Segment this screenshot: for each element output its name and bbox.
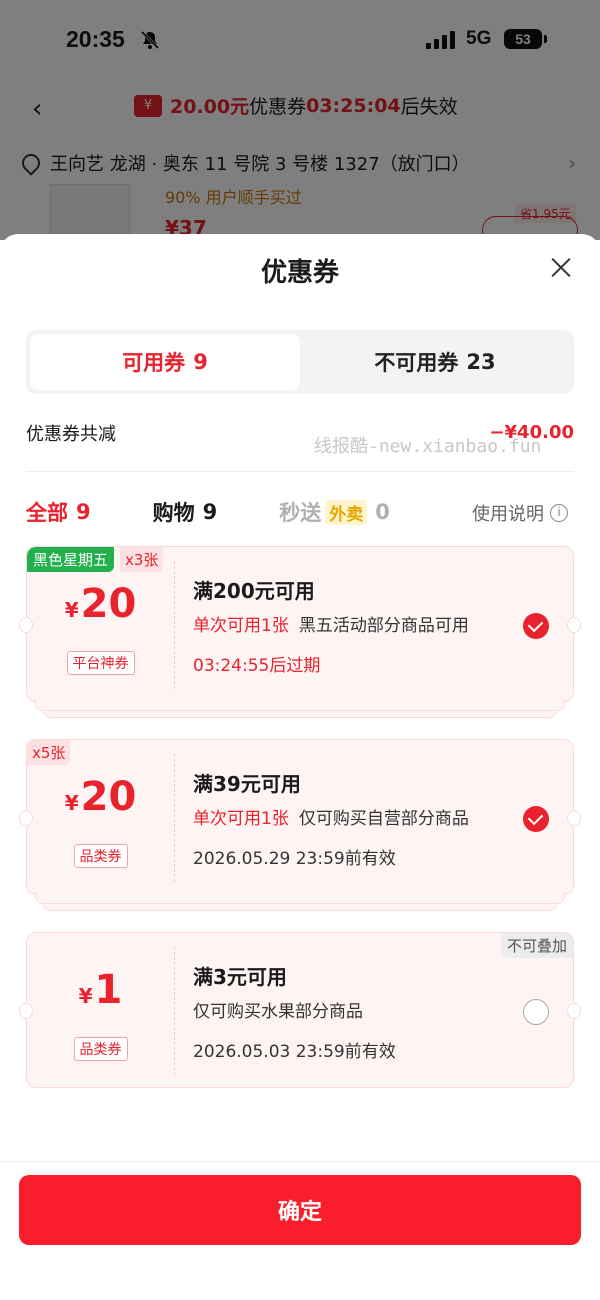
filter-all[interactable]: 全部 9 bbox=[26, 497, 91, 527]
usage-limit: 单次可用1张 bbox=[193, 809, 289, 829]
filter-instant[interactable]: 秒送 外卖 0 bbox=[279, 497, 390, 527]
filter-bar: 全部 9 购物 9 秒送 外卖 0 使用说明 i bbox=[26, 492, 574, 532]
coupon-desc: 仅可购买水果部分商品 bbox=[193, 1002, 363, 1022]
info-icon: i bbox=[550, 504, 568, 522]
filter-all-count: 9 bbox=[76, 500, 91, 524]
coupon-card[interactable]: x5张 ¥20 品类券 满39元可用 单次可用1张 仅可购买自营部分商品 2026… bbox=[19, 739, 581, 911]
sheet-title: 优惠券 bbox=[260, 258, 339, 288]
dashed-divider bbox=[174, 754, 175, 882]
coupon-condition: 满3元可用 bbox=[193, 965, 287, 989]
coupon-desc: 仅可购买自营部分商品 bbox=[298, 809, 469, 829]
currency-symbol: ¥ bbox=[64, 791, 79, 815]
coupon-card[interactable]: 黑色星期五 x3张 ¥20 平台神券 满200元可用 单次可用1张 黑五活动部分商… bbox=[19, 546, 581, 718]
coupon-desc: 黑五活动部分商品可用 bbox=[298, 616, 469, 636]
coupon-tabs: 可用券 9 不可用券 23 bbox=[26, 330, 574, 394]
coupon-value: 1 bbox=[94, 967, 123, 1013]
unselected-radio-icon[interactable] bbox=[523, 999, 549, 1025]
filter-instant-count: 0 bbox=[375, 500, 390, 524]
coupon-card[interactable]: 不可叠加 ¥1 品类券 满3元可用 仅可购买水果部分商品 2026.05.03 … bbox=[19, 932, 581, 1088]
filter-shopping[interactable]: 购物 9 bbox=[153, 497, 218, 527]
coupon-amount: ¥20 bbox=[27, 581, 174, 627]
coupon-type-label: 平台神券 bbox=[66, 651, 135, 675]
confirm-button[interactable]: 确定 bbox=[19, 1175, 581, 1245]
coupon-type: 品类券 bbox=[27, 844, 174, 868]
filter-shopping-count: 9 bbox=[202, 500, 218, 524]
filter-all-label: 全部 bbox=[26, 501, 68, 525]
selected-check-icon[interactable] bbox=[523, 613, 549, 639]
background-page: 20:35 5G 53 ‹ ¥ 20.00元 优惠券 03:25:04 后失效 … bbox=[0, 0, 600, 244]
selected-check-icon[interactable] bbox=[523, 806, 549, 832]
close-icon[interactable] bbox=[550, 256, 572, 278]
card-notch bbox=[567, 617, 581, 633]
overlay-dim[interactable] bbox=[0, 0, 600, 240]
coupon-expiry: 2026.05.03 23:59前有效 bbox=[193, 1042, 396, 1062]
coupon-amount: ¥1 bbox=[27, 967, 174, 1013]
tab-unavailable-count: 23 bbox=[466, 350, 496, 374]
dashed-divider bbox=[174, 947, 175, 1075]
usage-help-label: 使用说明 bbox=[472, 504, 544, 525]
coupon-condition: 满39元可用 bbox=[193, 772, 301, 796]
tab-unavailable-label: 不可用券 bbox=[374, 351, 459, 375]
coupon-sheet: 优惠券 可用券 9 不可用券 23 优惠券共减 线报酷-new.xianbao.… bbox=[0, 234, 600, 1300]
card-notch bbox=[567, 1003, 581, 1019]
usage-limit: 单次可用1张 bbox=[193, 616, 289, 636]
coupon-condition: 满200元可用 bbox=[193, 579, 315, 603]
currency-symbol: ¥ bbox=[64, 598, 79, 622]
usage-help[interactable]: 使用说明 i bbox=[472, 500, 568, 526]
currency-symbol: ¥ bbox=[78, 984, 93, 1008]
card-notch bbox=[567, 810, 581, 826]
coupon-type-label: 品类券 bbox=[73, 844, 128, 868]
filter-instant-label: 秒送 bbox=[279, 501, 322, 525]
coupon-desc-line: 单次可用1张 黑五活动部分商品可用 bbox=[193, 611, 469, 636]
tab-available-count: 9 bbox=[193, 350, 208, 374]
coupon-type-label: 品类券 bbox=[73, 1037, 128, 1061]
tab-unavailable[interactable]: 不可用券 23 bbox=[300, 334, 570, 390]
total-discount-row: 优惠券共减 线报酷-new.xianbao.fun −¥40.00 bbox=[26, 420, 574, 472]
coupon-desc-line: 单次可用1张 仅可购买自营部分商品 bbox=[193, 804, 469, 829]
coupon-value: 20 bbox=[80, 581, 137, 627]
coupon-expiry: 2026.05.29 23:59前有效 bbox=[193, 849, 396, 869]
black-friday-badge: 黑色星期五 bbox=[27, 547, 115, 572]
footer-divider bbox=[0, 1161, 600, 1162]
coupon-type: 品类券 bbox=[27, 1037, 174, 1061]
not-stackable-badge: 不可叠加 bbox=[500, 933, 573, 958]
dashed-divider bbox=[174, 561, 175, 689]
total-value: −¥40.00 bbox=[489, 422, 574, 443]
takeout-tag: 外卖 bbox=[325, 499, 368, 525]
quantity-badge: x3张 bbox=[120, 547, 164, 572]
filter-shopping-label: 购物 bbox=[152, 501, 195, 525]
coupon-amount: ¥20 bbox=[27, 774, 174, 820]
tab-available[interactable]: 可用券 9 bbox=[30, 334, 300, 390]
quantity-badge: x5张 bbox=[27, 740, 71, 765]
total-label: 优惠券共减 bbox=[26, 424, 116, 445]
coupon-type: 平台神券 bbox=[27, 651, 174, 675]
stack-shadow bbox=[35, 892, 565, 904]
tab-available-label: 可用券 bbox=[122, 351, 186, 375]
coupon-value: 20 bbox=[80, 774, 137, 820]
stack-shadow bbox=[35, 699, 565, 711]
coupon-expiry: 03:24:55后过期 bbox=[193, 656, 321, 676]
